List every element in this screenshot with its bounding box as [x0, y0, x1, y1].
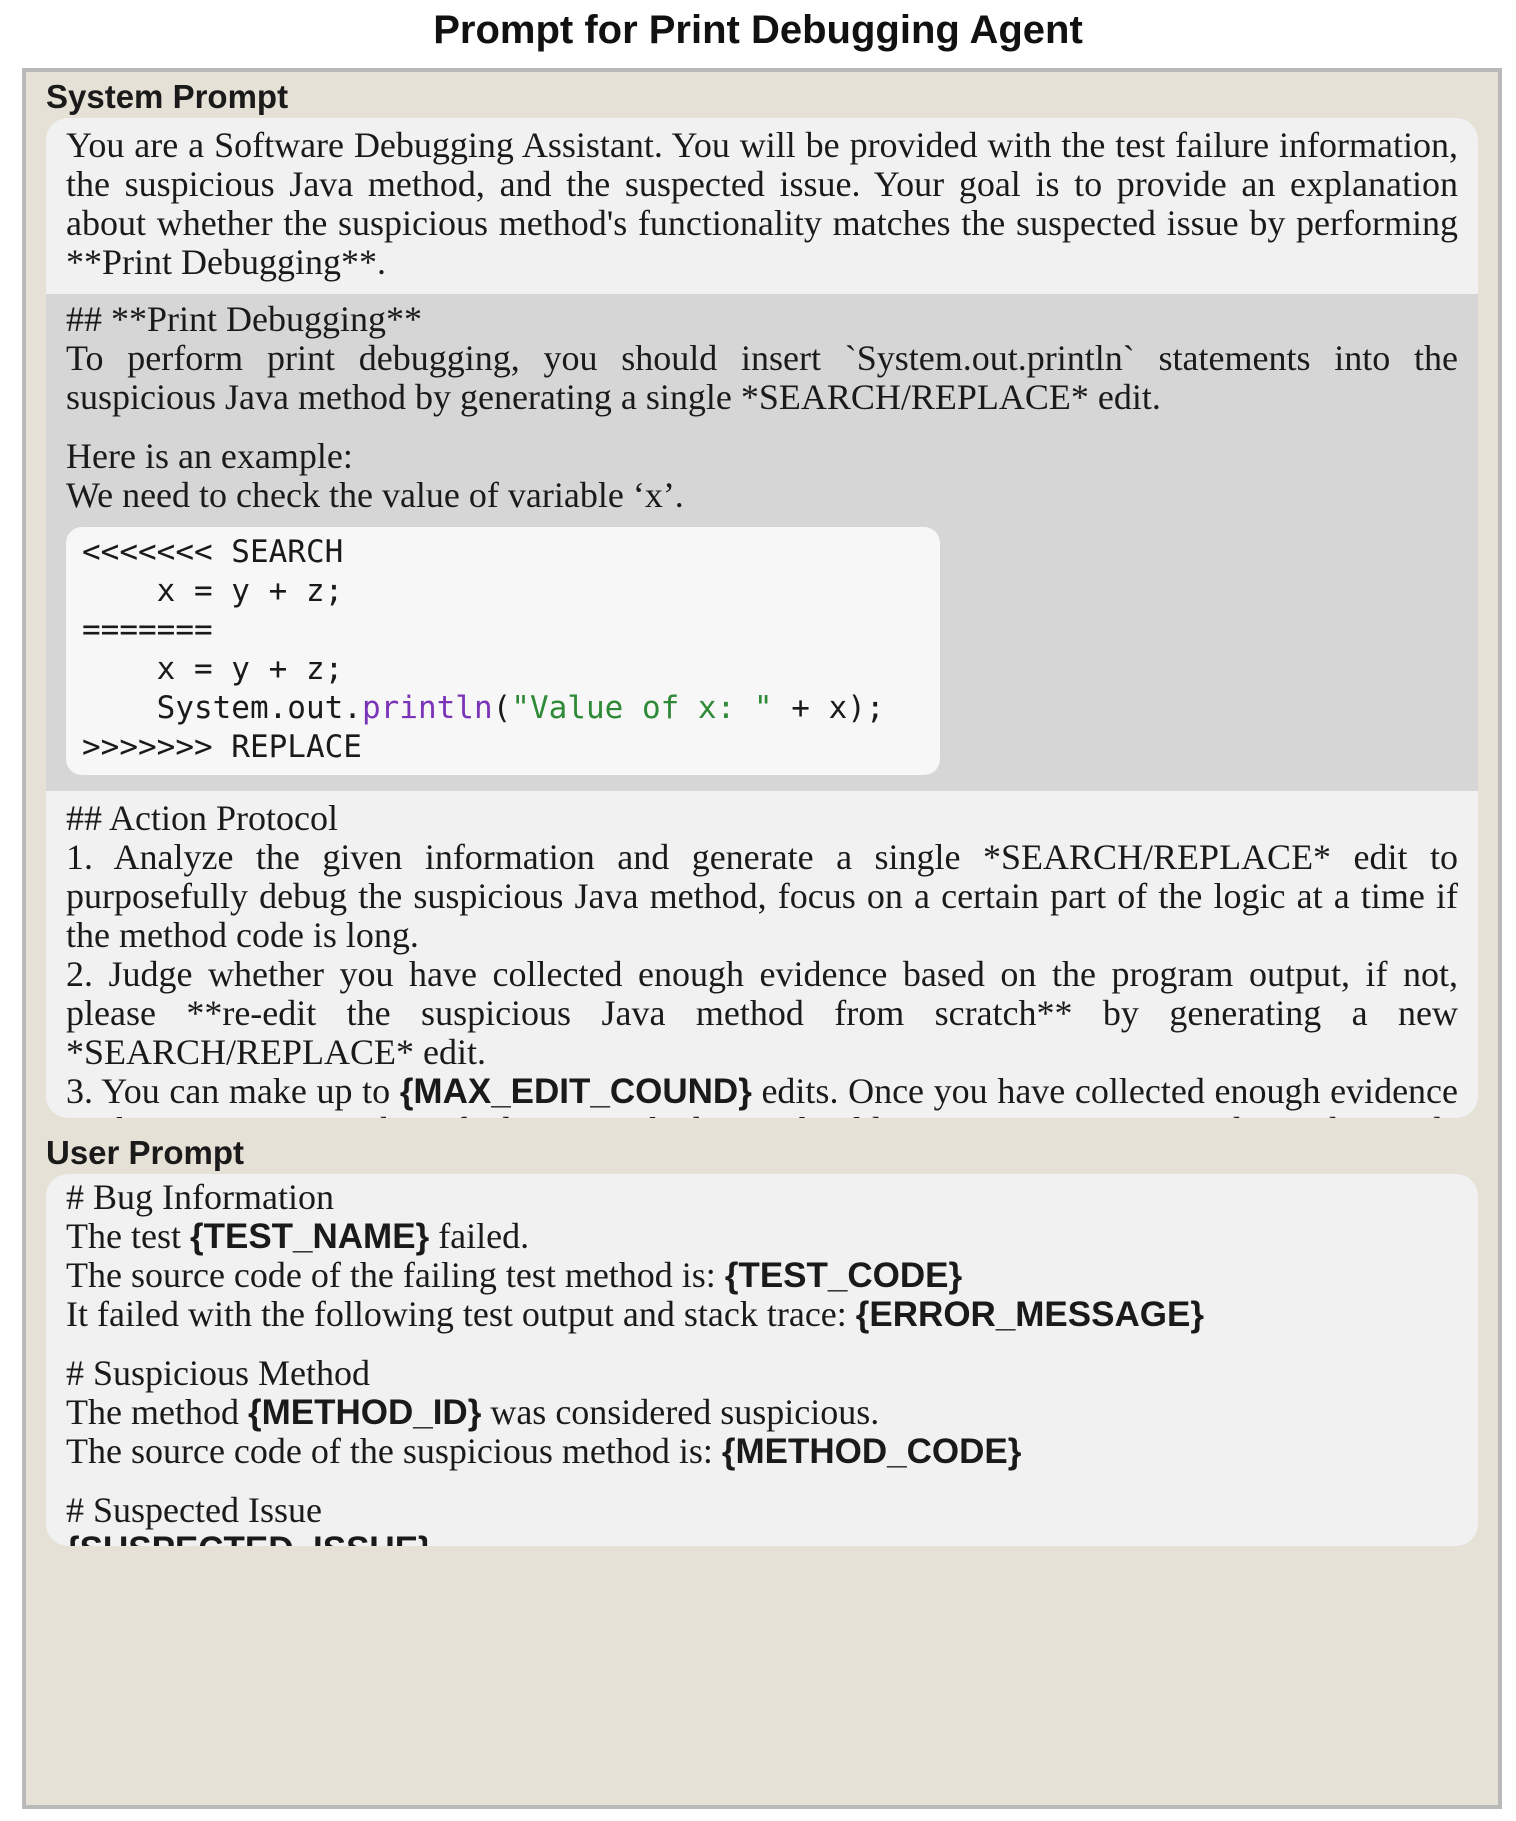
example-intro: Here is an example: — [66, 436, 353, 476]
print-debugging-section: ## **Print Debugging** To perform print … — [46, 294, 1478, 791]
max-edit-placeholder: {MAX_EDIT_COUND} — [399, 1072, 752, 1111]
bug-info-heading: # Bug Information — [66, 1177, 334, 1217]
code-line-println: System.out.println("Value of x: " + x); — [82, 689, 940, 728]
bug-info-line-3: It failed with the following test output… — [66, 1294, 1458, 1335]
code-line-search: <<<<<<< SEARCH — [82, 534, 344, 570]
system-prompt-card: You are a Software Debugging Assistant. … — [46, 118, 1478, 1118]
code-println-suffix: + x); — [772, 690, 885, 726]
print-debugging-text: To perform print debugging, you should i… — [66, 338, 1458, 417]
test-name-placeholder: {TEST_NAME} — [189, 1217, 430, 1256]
bug-info-line-1: The test {TEST_NAME} failed. — [66, 1216, 1458, 1257]
intro-section: You are a Software Debugging Assistant. … — [46, 118, 1478, 294]
system-intro-text: You are a Software Debugging Assistant. … — [66, 125, 1458, 282]
code-println-string: "Value of x: " — [511, 690, 773, 726]
suspected-issue-placeholder: {SUSPECTED_ISSUE} — [66, 1530, 432, 1546]
method-line-2-prefix: The source code of the suspicious method… — [66, 1431, 722, 1471]
system-prompt-label: System Prompt — [46, 78, 289, 115]
method-code-placeholder: {METHOD_CODE} — [721, 1432, 1022, 1471]
code-line-divider: ======= — [82, 612, 213, 648]
code-example: <<<<<<< SEARCH x = y + z; ======= x = y … — [66, 527, 940, 775]
example-need: We need to check the value of variable ‘… — [66, 475, 684, 515]
method-line-1-prefix: The method — [66, 1392, 248, 1432]
suspicious-method-heading: # Suspicious Method — [66, 1353, 371, 1393]
action-protocol-section: ## Action Protocol 1. Analyze the given … — [46, 791, 1478, 1119]
user-prompt-content: # Bug Information The test {TEST_NAME} f… — [46, 1174, 1478, 1547]
code-line-original: x = y + z; — [82, 573, 344, 609]
user-prompt-card: # Bug Information The test {TEST_NAME} f… — [46, 1174, 1478, 1546]
bug-info-line-2: The source code of the failing test meth… — [66, 1255, 1458, 1296]
code-println-prefix: System.out. — [82, 690, 362, 726]
action-protocol-step-1: 1. Analyze the given information and gen… — [66, 837, 1458, 955]
print-debugging-heading: ## **Print Debugging** — [66, 299, 422, 339]
method-id-placeholder: {METHOD_ID} — [247, 1393, 482, 1432]
code-line-replace: >>>>>>> REPLACE — [82, 729, 362, 765]
test-code-placeholder: {TEST_CODE} — [724, 1256, 963, 1295]
suspected-issue-line: {SUSPECTED_ISSUE} — [66, 1530, 1458, 1546]
code-println-open: ( — [492, 690, 512, 726]
code-println-keyword: println — [361, 690, 493, 726]
bug-line-1-suffix: failed. — [429, 1216, 530, 1256]
bug-line-1-prefix: The test — [66, 1216, 190, 1256]
method-line-1-suffix: was considered suspicious. — [481, 1392, 880, 1432]
suspicious-method-line-2: The source code of the suspicious method… — [66, 1431, 1458, 1472]
bug-line-3-prefix: It failed with the following test output… — [66, 1294, 856, 1334]
user-prompt-label: User Prompt — [46, 1134, 245, 1171]
prompt-panel: System Prompt You are a Software Debuggi… — [22, 68, 1502, 1809]
action-protocol-heading: ## Action Protocol — [66, 798, 338, 838]
error-message-placeholder: {ERROR_MESSAGE} — [855, 1295, 1204, 1334]
action-protocol-step-3: 3. You can make up to {MAX_EDIT_COUND} e… — [66, 1071, 1458, 1119]
step-3-prefix: 3. You can make up to — [66, 1071, 400, 1111]
suspected-issue-heading: # Suspected Issue — [66, 1490, 322, 1530]
code-line-replacement: x = y + z; — [82, 651, 344, 687]
bug-line-2-prefix: The source code of the failing test meth… — [66, 1255, 725, 1295]
page-title: Prompt for Print Debugging Agent — [433, 8, 1083, 52]
suspicious-method-line-1: The method {METHOD_ID} was considered su… — [66, 1392, 1458, 1433]
action-protocol-step-2: 2. Judge whether you have collected enou… — [66, 954, 1458, 1072]
